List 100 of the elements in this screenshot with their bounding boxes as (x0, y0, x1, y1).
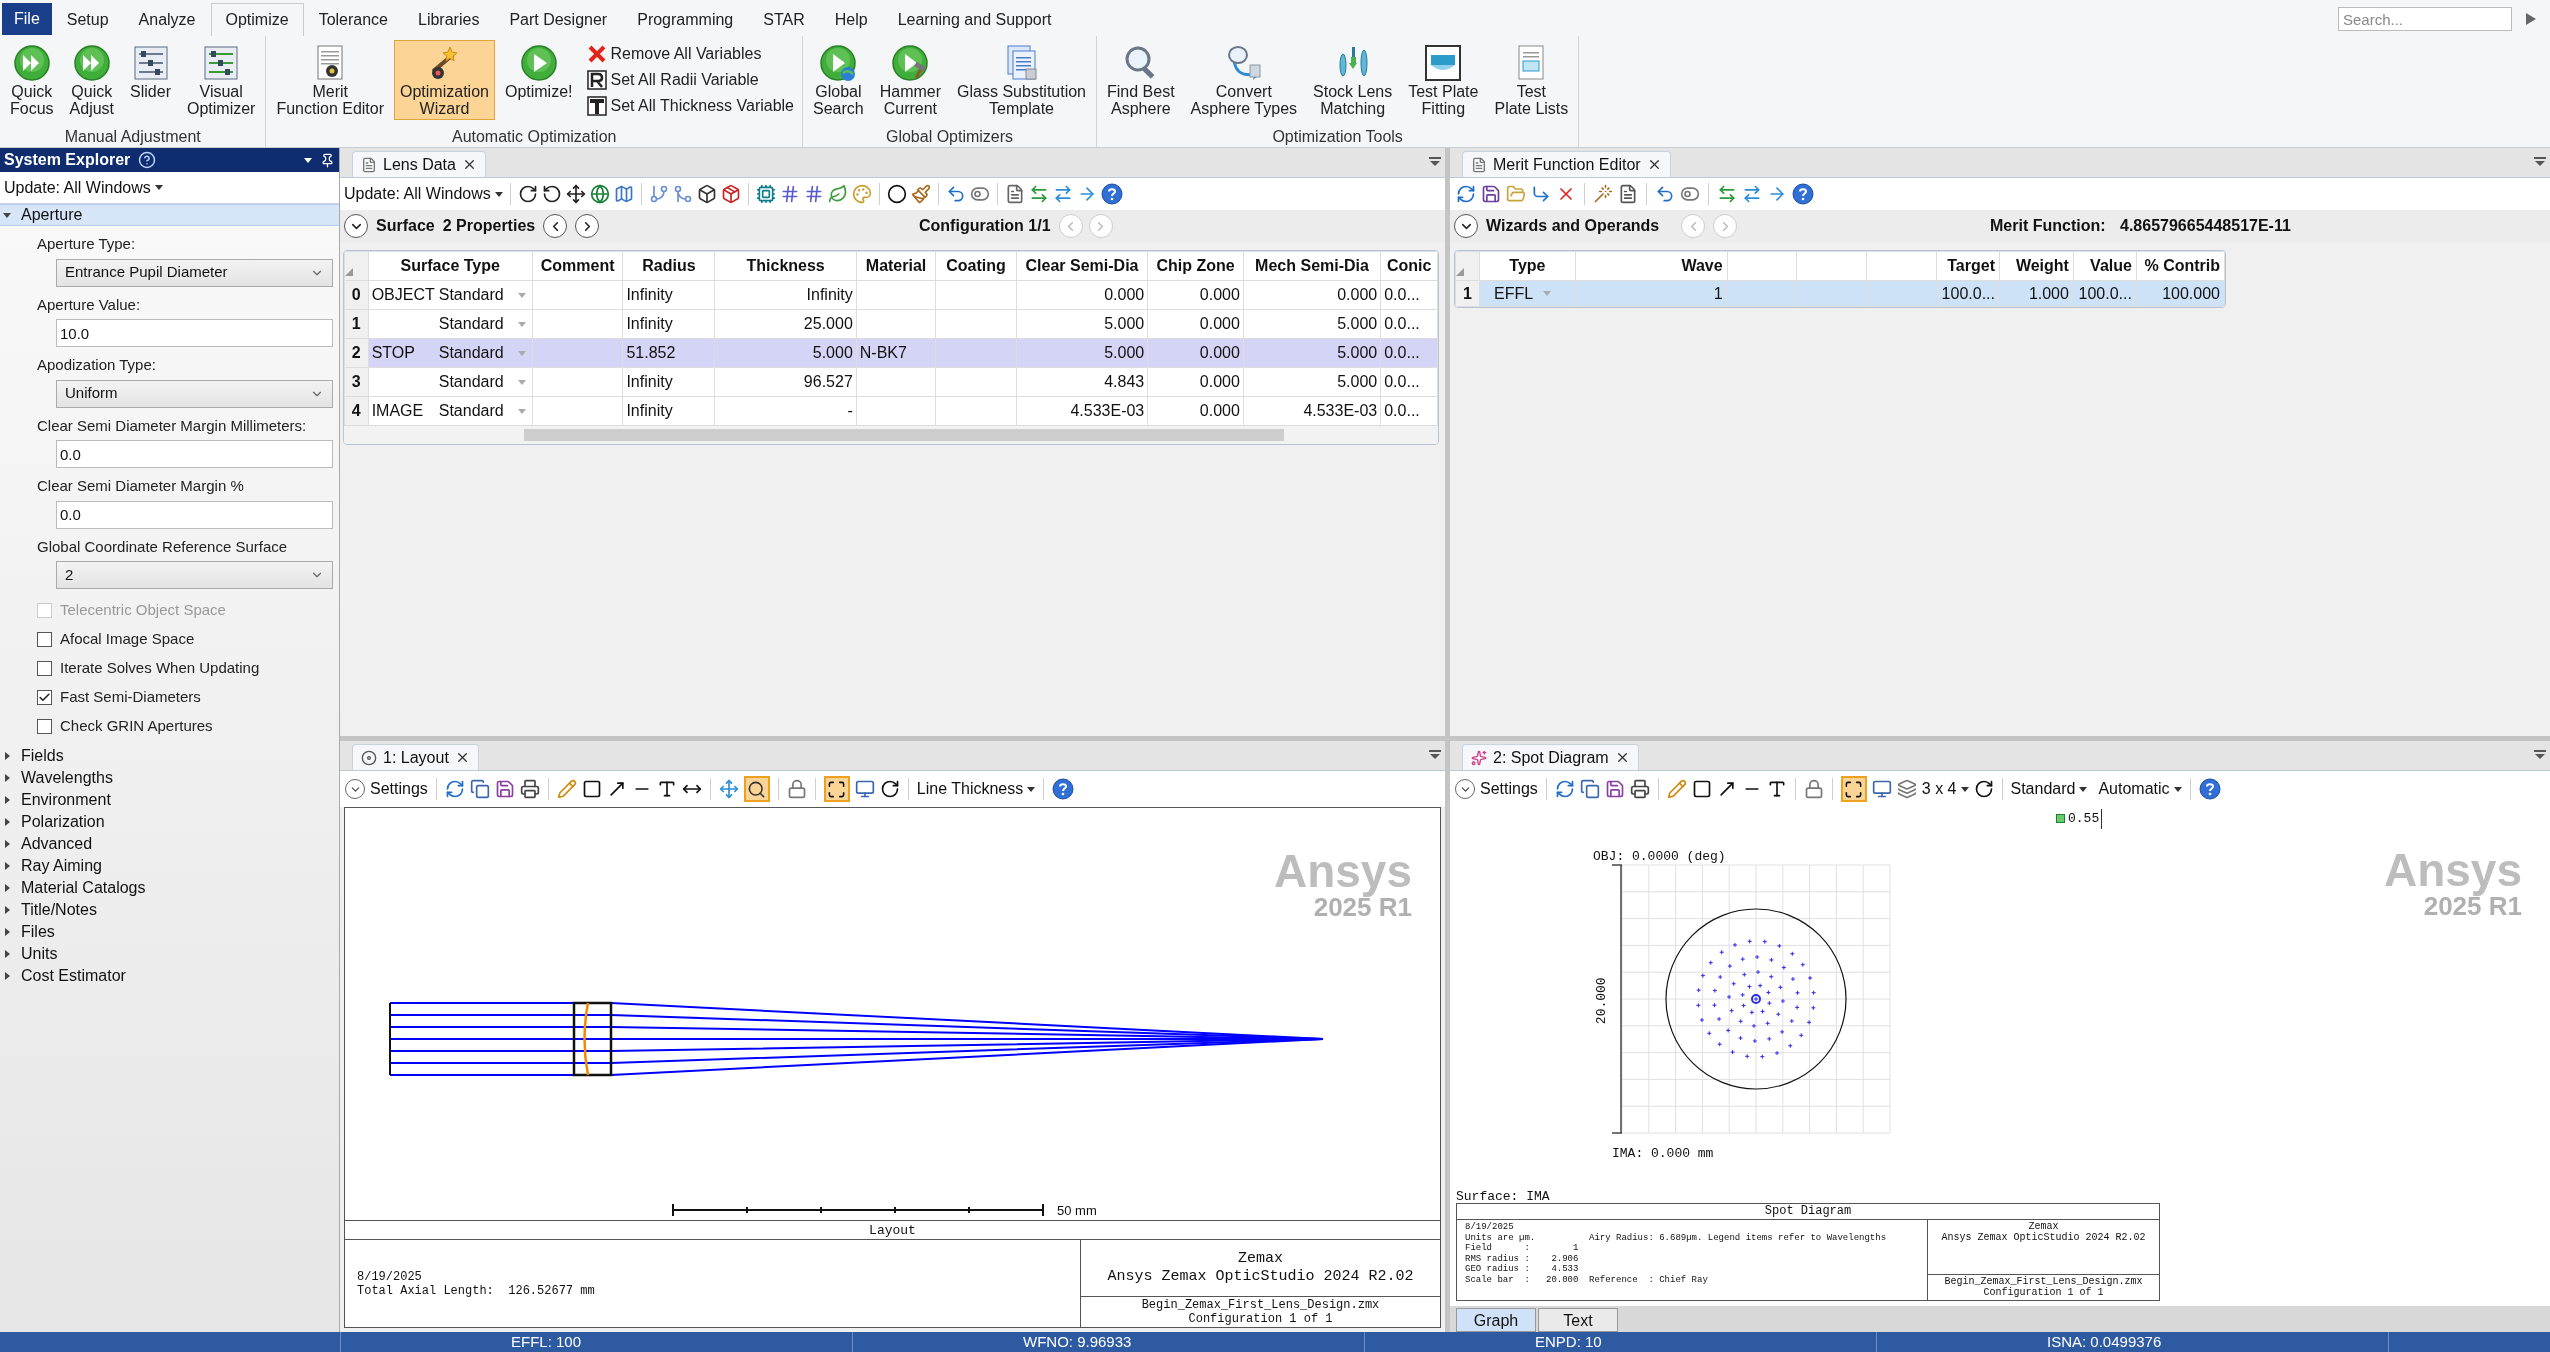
ribbon-button[interactable]: Test Plate Fitting (1402, 40, 1485, 120)
checkbox[interactable] (37, 719, 52, 734)
ribbon-button[interactable]: Set All Radii Variable (582, 68, 798, 92)
ribbon-button[interactable]: Quick Focus (4, 40, 60, 120)
document-tab[interactable]: Merit Function Editor (1462, 151, 1671, 177)
column-header[interactable]: Conic (1380, 251, 1438, 281)
ribbon-button[interactable]: Quick Adjust (63, 40, 121, 120)
tree-item[interactable]: Polarization (0, 811, 339, 833)
map-icon[interactable] (613, 184, 634, 204)
column-header[interactable]: Comment (532, 251, 623, 281)
document-tab[interactable]: 2: Spot Diagram (1462, 744, 1639, 770)
expand-icon[interactable] (3, 774, 11, 782)
column-header[interactable]: Radius (622, 251, 715, 281)
rotate-icon[interactable] (879, 779, 900, 799)
expand-icon[interactable] (3, 884, 11, 892)
ribbon-button[interactable]: Convert Asphere Types (1184, 40, 1304, 120)
pane-menu-icon[interactable] (1429, 750, 1441, 760)
scale-dropdown[interactable]: Automatic (2098, 777, 2182, 801)
document-tab[interactable]: 1: Layout (352, 744, 479, 770)
table-cell[interactable]: Standard (434, 396, 533, 426)
fit-icon[interactable] (1840, 776, 1867, 802)
document-tab[interactable]: Lens Data (352, 151, 486, 177)
undo-icon[interactable] (1655, 184, 1675, 204)
column-header[interactable]: Thickness (714, 251, 857, 281)
column-header[interactable]: Surface Type (368, 251, 533, 281)
table-row[interactable]: 1 Standard Infinity 25.000 5.000 0.000 5.000 0.0... (344, 309, 1438, 339)
document-icon[interactable] (361, 156, 377, 173)
window-icon[interactable] (1871, 779, 1892, 799)
table-row[interactable]: 2 STOP Standard 51.852 5.000 N-BK7 5.000 0.000 5.000 0.0... (344, 338, 1438, 368)
ribbon-tab[interactable]: Learning and Support (882, 3, 1067, 36)
insert-icon[interactable] (1531, 184, 1551, 204)
column-header[interactable]: Material (856, 251, 936, 281)
dropdown-field[interactable]: Uniform (56, 379, 333, 408)
expand-icon[interactable] (3, 950, 11, 958)
table-row[interactable]: 4 IMAGE Standard Infinity - 4.533E-03 0.000 4.533E-03 0.0... (344, 396, 1438, 426)
ribbon-button[interactable]: Slider (124, 40, 177, 120)
layers-icon[interactable] (1896, 779, 1917, 799)
collapse-icon[interactable] (1742, 184, 1762, 204)
ribbon-button[interactable]: Merit Function Editor (270, 40, 390, 120)
help-icon[interactable] (1100, 183, 1123, 205)
pin-icon[interactable] (320, 152, 335, 168)
settings-button[interactable]: Settings (345, 777, 428, 801)
save-icon[interactable] (1604, 779, 1625, 799)
cube-icon[interactable] (696, 184, 717, 204)
expand-icon[interactable] (3, 906, 11, 914)
save-icon[interactable] (1481, 184, 1501, 204)
grid-size-dropdown[interactable]: 3 x 4 (1921, 777, 1969, 801)
input-field[interactable]: 10.0 (56, 319, 333, 347)
rotate-icon[interactable] (517, 184, 538, 204)
pane-menu-icon[interactable] (2534, 750, 2546, 760)
zoom-icon[interactable] (743, 776, 770, 802)
search-field[interactable]: Search... (2338, 7, 2512, 31)
tree-item[interactable]: Environment (0, 789, 339, 811)
expand-icon[interactable] (3, 818, 11, 826)
ribbon-tab[interactable]: Libraries (403, 3, 495, 36)
circle-icon[interactable] (886, 184, 907, 204)
rectangle-icon[interactable] (1691, 779, 1712, 799)
line-thickness-dropdown[interactable]: Line Thickness (916, 777, 1036, 801)
toggle-icon[interactable] (1680, 184, 1700, 204)
ribbon-tab[interactable]: STAR (748, 3, 820, 36)
column-header[interactable]: Weight (1999, 251, 2074, 281)
expand-icon[interactable] (3, 972, 11, 980)
tree-item[interactable]: Aperture (0, 204, 339, 226)
table-row[interactable]: 1 EFFL 1 100.0... 1.000 100.0... 100.000 (1455, 280, 2225, 307)
ribbon-tab[interactable]: Programming (622, 3, 749, 36)
rectangle-icon[interactable] (581, 779, 602, 799)
expand-icon[interactable] (3, 840, 11, 848)
tree-item[interactable]: Cost Estimator (0, 965, 339, 987)
toggle-icon[interactable] (969, 184, 990, 204)
document-icon[interactable] (1618, 184, 1638, 204)
ribbon-tab[interactable]: Tolerance (303, 3, 403, 36)
expand-button[interactable] (344, 214, 368, 238)
window-icon[interactable] (854, 779, 875, 799)
collapse-icon[interactable] (3, 211, 11, 219)
update-dropdown[interactable]: Update: All Windows (344, 182, 503, 206)
column-header[interactable]: Chip Zone (1147, 251, 1244, 281)
next-button[interactable] (575, 214, 600, 238)
ribbon-button[interactable]: Glass Substitution Template (951, 40, 1092, 120)
help-icon[interactable] (1792, 183, 1814, 205)
previous-button[interactable] (543, 214, 568, 238)
tree-item[interactable]: Material Catalogs (0, 877, 339, 899)
printer-icon[interactable] (1629, 779, 1650, 799)
ribbon-button[interactable]: Stock Lens Matching (1307, 40, 1399, 120)
table-cell[interactable]: Standard (434, 338, 533, 368)
ribbon-button[interactable]: Visual Optimizer (180, 40, 262, 120)
tree-item[interactable]: Files (0, 921, 339, 943)
refresh-icon[interactable] (444, 779, 465, 799)
ribbon-tab[interactable]: Help (819, 3, 883, 36)
input-field[interactable]: 0.0 (56, 440, 333, 468)
refresh-icon[interactable] (1456, 184, 1476, 204)
input-field[interactable]: 0.0 (56, 500, 333, 529)
table-cell[interactable]: Standard (434, 309, 533, 339)
pan-icon[interactable] (718, 779, 739, 799)
ribbon-button[interactable]: Remove All Variables (582, 42, 798, 66)
column-header[interactable]: Wave (1575, 251, 1728, 281)
checkbox[interactable] (37, 661, 52, 676)
file-menu-button[interactable]: File (2, 3, 52, 35)
help-icon[interactable] (1052, 778, 1075, 800)
tree-item[interactable]: Fields (0, 745, 339, 767)
scrollbar[interactable] (344, 426, 1438, 444)
